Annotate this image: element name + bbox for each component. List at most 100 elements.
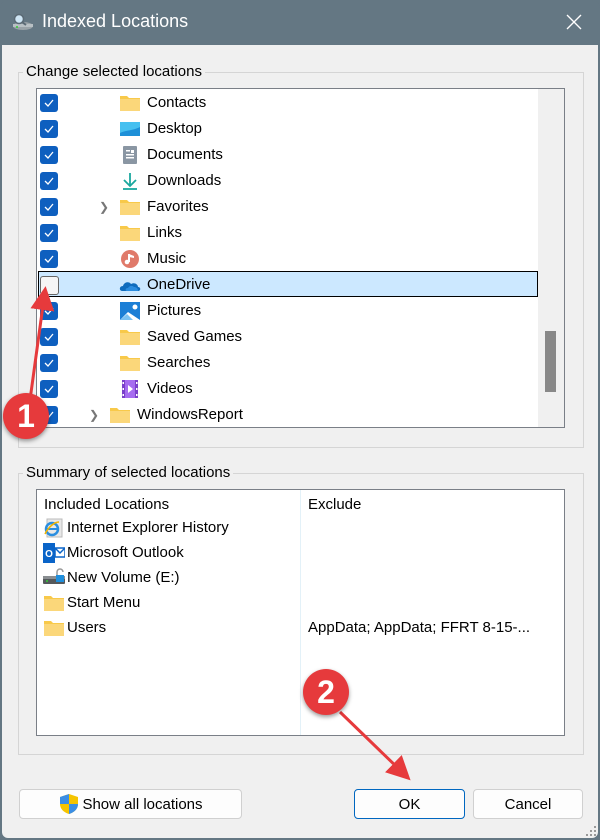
close-button[interactable]: [556, 6, 592, 38]
download-icon: [119, 172, 141, 190]
shield-icon: [60, 794, 79, 814]
checkbox[interactable]: [40, 224, 58, 242]
tree-item-downloads[interactable]: Downloads: [37, 168, 537, 194]
checkbox[interactable]: [40, 172, 58, 190]
exclude-value: AppData; AppData; FFRT 8-15-...: [308, 619, 531, 636]
ok-label: OK: [398, 795, 421, 813]
included-location: Start Menu: [67, 594, 141, 611]
tree-item-contacts[interactable]: Contacts: [37, 90, 537, 116]
tree-item-label: Pictures: [147, 302, 202, 319]
tree-item-label: Documents: [147, 146, 223, 163]
documents-icon: [119, 146, 141, 164]
checkbox[interactable]: [40, 94, 58, 112]
ok-button[interactable]: OK: [354, 789, 465, 819]
tree-item-label: Videos: [147, 380, 193, 397]
locations-tree[interactable]: ❯ WindowsReport Videos Searches Saved Games P…: [36, 88, 565, 428]
tree-item-label: Saved Games: [147, 328, 243, 345]
checkmark-icon: [44, 385, 54, 393]
checkmark-icon: [44, 333, 54, 341]
tree-item-windowsreport[interactable]: ❯ WindowsReport: [37, 402, 537, 427]
exclude-column-header[interactable]: Exclude: [308, 496, 361, 513]
tree-item-searches[interactable]: Searches: [37, 350, 537, 376]
folder-icon: [43, 593, 65, 613]
checkbox[interactable]: [40, 276, 59, 295]
folder-icon: [119, 94, 141, 112]
title-bar: Indexed Locations: [0, 0, 600, 45]
checkbox[interactable]: [40, 250, 58, 268]
tree-item-label: OneDrive: [147, 276, 211, 293]
tree-item-label: Links: [147, 224, 183, 241]
checkmark-icon: [44, 151, 54, 159]
show-all-locations-label: Show all locations: [82, 795, 203, 813]
included-location: Microsoft Outlook: [67, 544, 184, 561]
tree-item-label: Desktop: [147, 120, 203, 137]
desktop-icon: [119, 120, 141, 138]
music-icon: [119, 250, 141, 268]
tree-item-label: Searches: [147, 354, 211, 371]
annotation-badge-2: 2: [303, 669, 349, 715]
tree-item-label: Music: [147, 250, 187, 267]
tree-item-onedrive[interactable]: OneDrive: [37, 271, 538, 298]
expand-chevron-icon[interactable]: ❯: [89, 408, 99, 422]
checkbox[interactable]: [40, 146, 58, 164]
folder-icon: [119, 198, 141, 216]
show-all-locations-button[interactable]: Show all locations: [19, 789, 242, 819]
cancel-label: Cancel: [504, 795, 552, 813]
folder-icon: [119, 224, 141, 242]
indexing-icon: [13, 13, 33, 30]
cancel-button[interactable]: Cancel: [473, 789, 583, 819]
folder-icon: [109, 406, 131, 424]
tree-item-label: Contacts: [147, 94, 207, 111]
tree-item-videos[interactable]: Videos: [37, 376, 537, 402]
folder-icon: [119, 354, 141, 372]
checkmark-icon: [44, 203, 54, 211]
included-location: Users: [67, 619, 107, 636]
outlook-icon: O: [43, 543, 66, 563]
resize-grip-icon[interactable]: [586, 826, 596, 836]
tree-item-documents[interactable]: Documents: [37, 142, 537, 168]
tree-item-links[interactable]: Links: [37, 220, 537, 246]
expand-chevron-icon[interactable]: ❯: [99, 200, 109, 214]
checkmark-icon: [44, 307, 54, 315]
pictures-icon: [119, 302, 141, 320]
tree-item-desktop[interactable]: Desktop: [37, 116, 537, 142]
checkmark-icon: [44, 99, 54, 107]
indexed-locations-dialog: Indexed Locations Change selected locati…: [0, 0, 600, 840]
onedrive-icon: [119, 276, 141, 294]
checkmark-icon: [44, 359, 54, 367]
internet-explorer-icon: [43, 518, 65, 538]
column-divider[interactable]: [300, 490, 301, 735]
drive-icon: [43, 568, 65, 588]
included-location: Internet Explorer History: [67, 519, 229, 536]
tree-scrollbar[interactable]: [538, 89, 564, 427]
checkbox[interactable]: [40, 120, 58, 138]
tree-item-saved-games[interactable]: Saved Games: [37, 324, 537, 350]
selection-highlight: [38, 271, 538, 297]
window-title: Indexed Locations: [42, 11, 189, 31]
folder-icon: [43, 618, 65, 638]
included-location: New Volume (E:): [67, 569, 180, 586]
videos-icon: [119, 380, 141, 398]
checkbox[interactable]: [40, 328, 58, 346]
checkbox[interactable]: [40, 302, 58, 320]
summary-list: Included Locations Exclude Internet Expl…: [36, 489, 565, 736]
included-column-header[interactable]: Included Locations: [44, 496, 169, 513]
checkmark-icon: [44, 255, 54, 263]
tree-item-favorites[interactable]: ❯ Favorites: [37, 194, 537, 220]
checkmark-icon: [44, 229, 54, 237]
tree-item-label: Favorites: [147, 198, 209, 215]
folder-icon: [119, 328, 141, 346]
scrollbar-thumb[interactable]: [545, 331, 556, 392]
tree-item-music[interactable]: Music: [37, 246, 537, 272]
svg-text:O: O: [45, 549, 53, 560]
checkbox[interactable]: [40, 380, 58, 398]
annotation-badge-1: 1: [3, 393, 49, 439]
tree-item-pictures[interactable]: Pictures: [37, 298, 537, 324]
checkbox[interactable]: [40, 354, 58, 372]
tree-item-label: WindowsReport: [137, 406, 243, 423]
checkbox[interactable]: [40, 198, 58, 216]
tree-item-label: Downloads: [147, 172, 222, 189]
change-locations-label: Change selected locations: [23, 63, 205, 81]
checkmark-icon: [44, 125, 54, 133]
summary-label: Summary of selected locations: [23, 464, 234, 482]
